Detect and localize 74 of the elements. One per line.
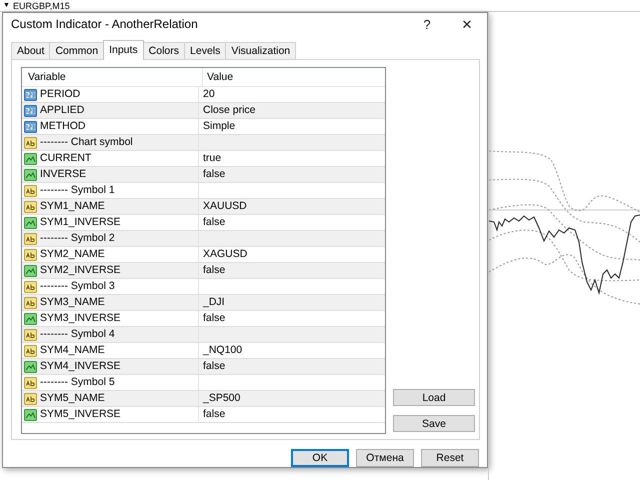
variable-name: SYM2_INVERSE bbox=[40, 263, 121, 278]
dialog-button[interactable]: Отмена bbox=[356, 449, 414, 467]
variable-name: SYM5_NAME bbox=[40, 391, 105, 406]
chart-type-icon bbox=[24, 168, 37, 181]
tab[interactable]: Visualization bbox=[225, 42, 296, 60]
value-cell[interactable]: false bbox=[203, 312, 226, 324]
tab[interactable]: Common bbox=[49, 42, 104, 60]
variable-name: INVERSE bbox=[40, 167, 86, 182]
value-cell[interactable]: _SP500 bbox=[203, 392, 240, 404]
tab[interactable]: Levels bbox=[184, 42, 226, 60]
value-cell[interactable]: false bbox=[203, 168, 226, 180]
side-button[interactable]: Load bbox=[393, 389, 475, 406]
number-type-icon bbox=[24, 104, 37, 117]
column-header[interactable]: Value bbox=[203, 68, 385, 86]
number-type-icon bbox=[24, 120, 37, 133]
variable-name: METHOD bbox=[40, 119, 86, 134]
variable-name: CURRENT bbox=[40, 151, 92, 166]
variable-name: -------- Symbol 1 bbox=[40, 183, 115, 198]
text-type-icon bbox=[24, 232, 37, 245]
text-type-icon bbox=[24, 184, 37, 197]
chart-type-icon bbox=[24, 216, 37, 229]
chart-type-icon bbox=[24, 264, 37, 277]
variable-name: PERIOD bbox=[40, 87, 80, 102]
number-type-icon bbox=[24, 88, 37, 101]
variable-name: SYM2_NAME bbox=[40, 247, 105, 262]
variable-name: SYM3_NAME bbox=[40, 295, 105, 310]
text-type-icon bbox=[24, 248, 37, 261]
value-cell[interactable]: XAGUSD bbox=[203, 248, 248, 260]
text-type-icon bbox=[24, 280, 37, 293]
chart-type-icon bbox=[24, 152, 37, 165]
value-cell[interactable]: false bbox=[203, 360, 226, 372]
text-type-icon bbox=[24, 328, 37, 341]
column-header[interactable]: Variable bbox=[22, 68, 203, 86]
text-type-icon bbox=[24, 200, 37, 213]
value-cell[interactable]: _NQ100 bbox=[203, 344, 242, 356]
chart-title: EURGBP,M15 bbox=[12, 0, 70, 10]
chart-type-icon bbox=[24, 408, 37, 421]
window-title: Custom Indicator - AnotherRelation bbox=[11, 17, 199, 32]
side-button[interactable]: Save bbox=[393, 415, 475, 432]
dialog-button[interactable]: OK bbox=[291, 449, 349, 467]
variable-name: SYM4_NAME bbox=[40, 343, 105, 358]
variable-name: APPLIED bbox=[40, 103, 84, 118]
variable-name: -------- Symbol 4 bbox=[40, 327, 115, 342]
value-cell[interactable]: false bbox=[203, 216, 226, 228]
text-type-icon bbox=[24, 376, 37, 389]
variable-name: SYM5_INVERSE bbox=[40, 407, 121, 422]
tab[interactable]: Colors bbox=[142, 42, 186, 60]
chart-type-icon bbox=[24, 360, 37, 373]
variable-name: -------- Symbol 3 bbox=[40, 279, 115, 294]
value-cell[interactable]: Simple bbox=[203, 120, 236, 132]
close-button[interactable]: ✕ bbox=[447, 16, 487, 32]
text-type-icon bbox=[24, 344, 37, 357]
chart-type-icon bbox=[24, 312, 37, 325]
value-cell[interactable]: false bbox=[203, 264, 226, 276]
value-cell[interactable]: XAUUSD bbox=[203, 200, 247, 212]
text-type-icon bbox=[24, 392, 37, 405]
value-cell[interactable]: false bbox=[203, 408, 226, 420]
tab[interactable]: About bbox=[11, 42, 50, 60]
text-type-icon bbox=[24, 136, 37, 149]
variable-name: -------- Symbol 2 bbox=[40, 231, 115, 246]
tab[interactable]: Inputs bbox=[103, 40, 144, 60]
variable-name: -------- Symbol 5 bbox=[40, 375, 115, 390]
value-cell[interactable]: _DJI bbox=[203, 296, 225, 308]
value-cell[interactable]: 20 bbox=[203, 88, 215, 100]
value-cell[interactable]: Close price bbox=[203, 104, 256, 116]
dialog-button[interactable]: Reset bbox=[421, 449, 479, 467]
variable-name: SYM1_INVERSE bbox=[40, 215, 121, 230]
help-button[interactable]: ? bbox=[407, 16, 447, 32]
text-type-icon bbox=[24, 296, 37, 309]
variable-name: -------- Chart symbol bbox=[40, 135, 133, 150]
value-cell[interactable]: true bbox=[203, 152, 222, 164]
variable-name: SYM4_INVERSE bbox=[40, 359, 121, 374]
variable-name: SYM1_NAME bbox=[40, 199, 105, 214]
variable-name: SYM3_INVERSE bbox=[40, 311, 121, 326]
